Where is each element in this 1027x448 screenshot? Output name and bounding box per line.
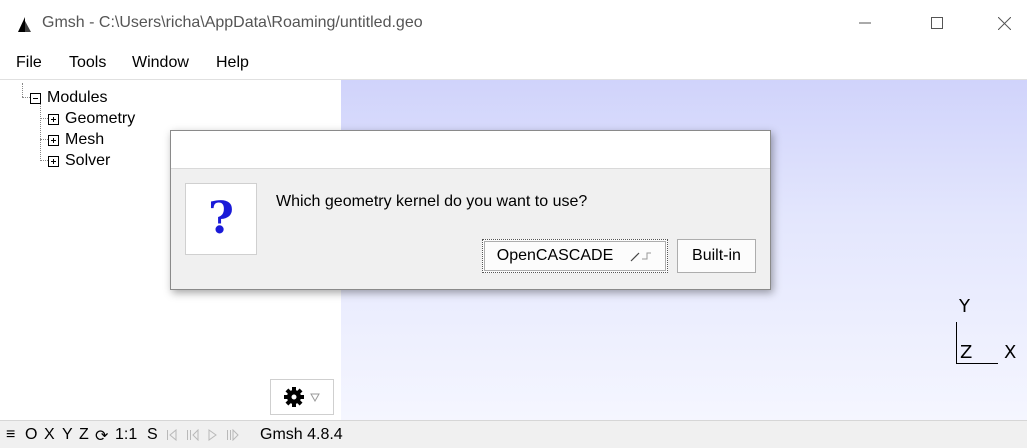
tree-item-label: Mesh (65, 131, 105, 148)
s-button[interactable]: S (147, 426, 158, 444)
scale-button[interactable]: 1:1 (115, 426, 137, 444)
axis-label-y: Y (959, 296, 970, 317)
tree-connector (22, 97, 30, 98)
menu-toggle-icon[interactable]: ≡ (6, 426, 15, 444)
builtin-button[interactable]: Built-in (677, 239, 756, 273)
tree-item-mesh[interactable]: Mesh (48, 131, 104, 149)
dialog-title-bar[interactable] (171, 131, 770, 169)
dialog-message: Which geometry kernel do you want to use… (276, 193, 588, 210)
tree-item-label: Modules (47, 89, 108, 106)
collapse-icon[interactable] (30, 92, 41, 104)
view-x-button[interactable]: X (44, 426, 55, 444)
menu-bar: File Tools Window Help (0, 48, 1027, 80)
axis-y-line (956, 322, 957, 364)
question-mark: ? (208, 193, 234, 244)
shortcut-return-icon (630, 252, 652, 262)
window-title: Gmsh - C:\Users\richa\AppData\Roaming/un… (42, 14, 423, 31)
question-icon: ? (185, 183, 257, 255)
status-message: Gmsh 4.8.4 (260, 426, 343, 443)
view-y-button[interactable]: Y (62, 426, 73, 444)
axis-label-x: X (1004, 342, 1017, 363)
minimize-button[interactable] (842, 8, 888, 38)
play-icon (208, 429, 217, 441)
expand-icon[interactable] (48, 113, 59, 125)
axis-label-z: Z (960, 342, 973, 363)
builtin-label: Built-in (692, 247, 741, 264)
tree-item-solver[interactable]: Solver (48, 152, 110, 170)
tree-item-geometry[interactable]: Geometry (48, 110, 135, 128)
opencascade-button[interactable]: OpenCASCADE (482, 239, 668, 273)
menu-tools[interactable]: Tools (69, 54, 106, 72)
expand-icon[interactable] (48, 134, 59, 146)
first-frame-icon (167, 429, 177, 441)
opencascade-label: OpenCASCADE (496, 247, 614, 264)
geometry-kernel-dialog: ? Which geometry kernel do you want to u… (170, 130, 771, 290)
gmsh-logo-icon (18, 17, 31, 32)
tree-connector (22, 83, 23, 97)
tree-connector (40, 160, 48, 161)
view-origin-button[interactable]: O (25, 426, 37, 444)
tree-connector (40, 139, 48, 140)
settings-button[interactable] (270, 379, 334, 415)
tree-connector (40, 104, 41, 161)
menu-help[interactable]: Help (216, 54, 249, 72)
gear-icon (284, 387, 304, 407)
maximize-button[interactable] (914, 8, 960, 38)
close-icon (997, 16, 1011, 30)
axis-x-line (956, 363, 998, 364)
tree-connector (40, 118, 48, 119)
dropdown-arrow-icon (310, 393, 320, 402)
rotate-icon[interactable]: ⟳ (95, 426, 108, 446)
menu-file[interactable]: File (16, 54, 42, 72)
maximize-icon (931, 17, 943, 29)
status-bar: ≡ O X Y Z ⟳ 1:1 S Gmsh 4.8.4 (0, 420, 1027, 448)
animation-controls (167, 429, 239, 441)
next-frame-icon (227, 429, 239, 441)
menu-window[interactable]: Window (132, 54, 189, 72)
tree-item-label: Solver (65, 152, 111, 169)
view-z-button[interactable]: Z (79, 426, 89, 444)
close-button[interactable] (981, 8, 1027, 38)
tree-item-label: Geometry (65, 110, 136, 127)
tree-item-modules[interactable]: Modules (30, 89, 107, 107)
minimize-icon (859, 22, 871, 24)
previous-frame-icon (187, 429, 199, 441)
title-bar: Gmsh - C:\Users\richa\AppData\Roaming/un… (0, 0, 1027, 48)
expand-icon[interactable] (48, 155, 59, 167)
